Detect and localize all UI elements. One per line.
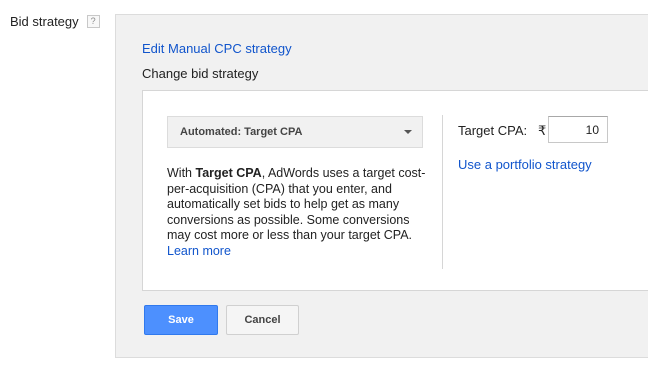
- target-cpa-input[interactable]: [548, 116, 608, 143]
- learn-more-link[interactable]: Learn more: [167, 244, 231, 258]
- strategy-description: With Target CPA, AdWords uses a target c…: [167, 166, 429, 259]
- dropdown-selected-value: Automated: Target CPA: [180, 126, 303, 138]
- bid-strategy-panel: Edit Manual CPC strategy Change bid stra…: [115, 14, 648, 358]
- bid-strategy-label: Bid strategy: [10, 14, 79, 29]
- bid-strategy-card: Automated: Target CPA With Target CPA, A…: [142, 90, 648, 291]
- target-cpa-label: Target CPA:: [458, 123, 528, 138]
- help-icon[interactable]: ?: [86, 15, 100, 28]
- bid-strategy-field: Bid strategy ?: [10, 14, 100, 29]
- description-strategy-name: Target CPA: [195, 166, 262, 180]
- currency-symbol: ₹: [538, 123, 547, 138]
- edit-manual-cpc-link[interactable]: Edit Manual CPC strategy: [142, 41, 292, 56]
- description-prefix: With: [167, 166, 196, 180]
- bid-strategy-dropdown[interactable]: Automated: Target CPA: [167, 116, 423, 148]
- change-bid-strategy-label: Change bid strategy: [142, 66, 259, 81]
- portfolio-strategy-link[interactable]: Use a portfolio strategy: [458, 157, 592, 172]
- save-button[interactable]: Save: [144, 305, 218, 335]
- bid-strategy-section: Bid strategy ? Edit Manual CPC strategy …: [0, 0, 648, 372]
- vertical-divider: [442, 115, 443, 269]
- chevron-down-icon: [404, 130, 412, 134]
- cancel-button[interactable]: Cancel: [226, 305, 299, 335]
